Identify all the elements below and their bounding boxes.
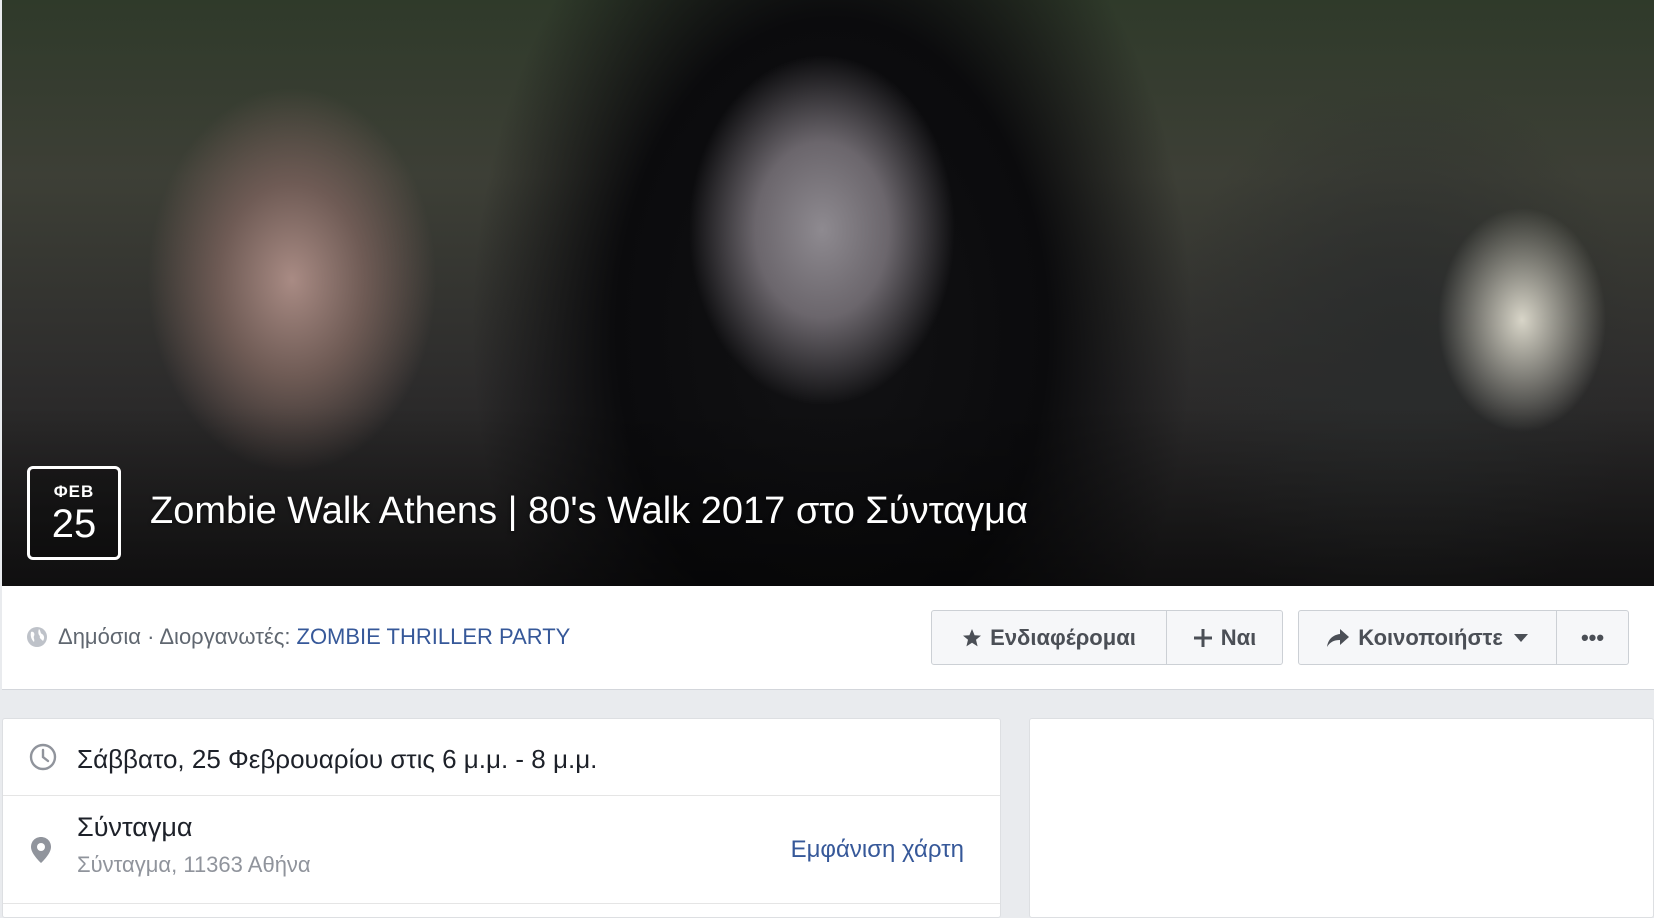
going-label: Ναι (1220, 624, 1257, 650)
event-header-bar: Δημόσια · Διοργανωτές: ZOMBIE THRILLER P… (2, 586, 1654, 690)
event-details-card: Σάββατο, 25 Φεβρουαρίου στις 6 μ.μ. - 8 … (2, 718, 1001, 918)
star-icon (963, 628, 982, 646)
event-time-row: Σάββατο, 25 Φεβρουαρίου στις 6 μ.μ. - 8 … (3, 719, 1000, 796)
event-day: 25 (51, 502, 97, 546)
caret-down-icon (1513, 633, 1528, 642)
place-address: Σύνταγμα, 11363 Αθήνα (77, 852, 311, 877)
place-name[interactable]: Σύνταγμα (77, 812, 193, 843)
event-month: ΦΕΒ (53, 482, 95, 501)
clock-icon (29, 743, 57, 771)
globe-icon (27, 627, 47, 647)
share-button[interactable]: Κοινοποιήστε (1299, 611, 1556, 664)
event-title: Zombie Walk Athens | 80's Walk 2017 στο … (150, 490, 1029, 532)
more-options-button[interactable]: ••• (1556, 611, 1628, 664)
show-map-link[interactable]: Εμφάνιση χάρτη (791, 836, 964, 864)
event-time: Σάββατο, 25 Φεβρουαρίου στις 6 μ.μ. - 8 … (77, 744, 598, 774)
going-button[interactable]: Ναι (1166, 611, 1282, 664)
share-button-group: Κοινοποιήστε ••• (1298, 610, 1629, 665)
cover-photo[interactable]: ΦΕΒ 25 Zombie Walk Athens | 80's Walk 20… (2, 0, 1654, 586)
side-panel-card (1029, 718, 1654, 918)
organizer-link[interactable]: ZOMBIE THRILLER PARTY (297, 624, 571, 650)
rsvp-button-group: Ενδιαφέρομαι Ναι (931, 610, 1283, 665)
share-arrow-icon (1327, 628, 1350, 647)
plus-icon (1193, 628, 1212, 647)
interested-label: Ενδιαφέρομαι (990, 624, 1136, 650)
event-location-row: Σύνταγμα Σύνταγμα, 11363 Αθήνα Εμφάνιση … (3, 796, 1000, 904)
interested-button[interactable]: Ενδιαφέρομαι (932, 611, 1166, 664)
share-label: Κοινοποιήστε (1358, 624, 1503, 650)
event-date-badge: ΦΕΒ 25 (27, 466, 121, 560)
location-pin-icon (31, 837, 51, 863)
privacy-label: Δημόσια · Διοργανωτές: (58, 624, 291, 649)
privacy-info: Δημόσια · Διοργανωτές: ZOMBIE THRILLER P… (26, 624, 570, 650)
